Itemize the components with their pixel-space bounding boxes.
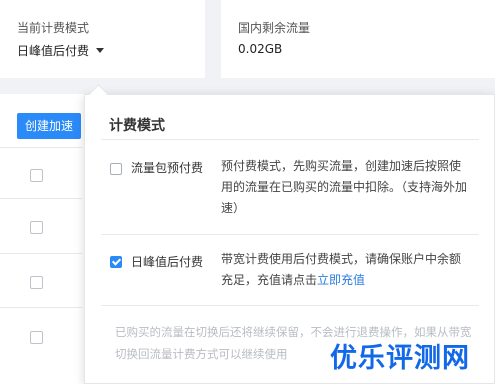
create-acceleration-button[interactable]: 创建加速: [17, 113, 81, 139]
billing-mode-card: 当前计费模式 日峰值后付费: [0, 0, 205, 78]
prepaid-description: 预付费模式，先购买流量，创建加速后按照使用的流量在已购买的流量中扣除。（支持海外…: [221, 159, 468, 215]
prepaid-checkbox[interactable]: [110, 163, 122, 175]
daily-peak-description: 带宽计费使用后付费模式，请确保账户中余额充足，充值请点击立即充值: [221, 249, 471, 291]
row-checkbox[interactable]: [30, 331, 43, 344]
row-checkbox[interactable]: [30, 221, 43, 234]
table-divider: [0, 307, 82, 308]
chevron-down-icon: [96, 48, 105, 53]
remaining-traffic-card: 国内剩余流量 0.02GB: [221, 0, 495, 78]
remaining-traffic-value: 0.02GB: [238, 42, 283, 56]
billing-mode-dropdown[interactable]: 日峰值后付费: [17, 42, 105, 59]
remaining-traffic-label: 国内剩余流量: [238, 21, 311, 35]
popover-title: 计费模式: [109, 118, 165, 134]
popover-divider: [101, 305, 479, 306]
table-divider: [0, 253, 82, 254]
billing-mode-label: 当前计费模式: [17, 21, 90, 35]
prepaid-label: 流量包预付费: [131, 161, 204, 175]
popover-divider: [101, 139, 479, 140]
recharge-link[interactable]: 立即充值: [317, 273, 365, 287]
table-divider: [0, 147, 82, 148]
row-checkbox[interactable]: [30, 276, 43, 289]
daily-peak-label: 日峰值后付费: [131, 255, 204, 269]
select-all-checkbox[interactable]: [30, 169, 43, 182]
watermark-logo: 优乐评测网: [330, 343, 470, 374]
popover-divider: [101, 234, 479, 235]
daily-peak-checkbox[interactable]: [110, 256, 122, 268]
billing-mode-value: 日峰值后付费: [17, 44, 90, 58]
table-divider: [0, 198, 82, 199]
